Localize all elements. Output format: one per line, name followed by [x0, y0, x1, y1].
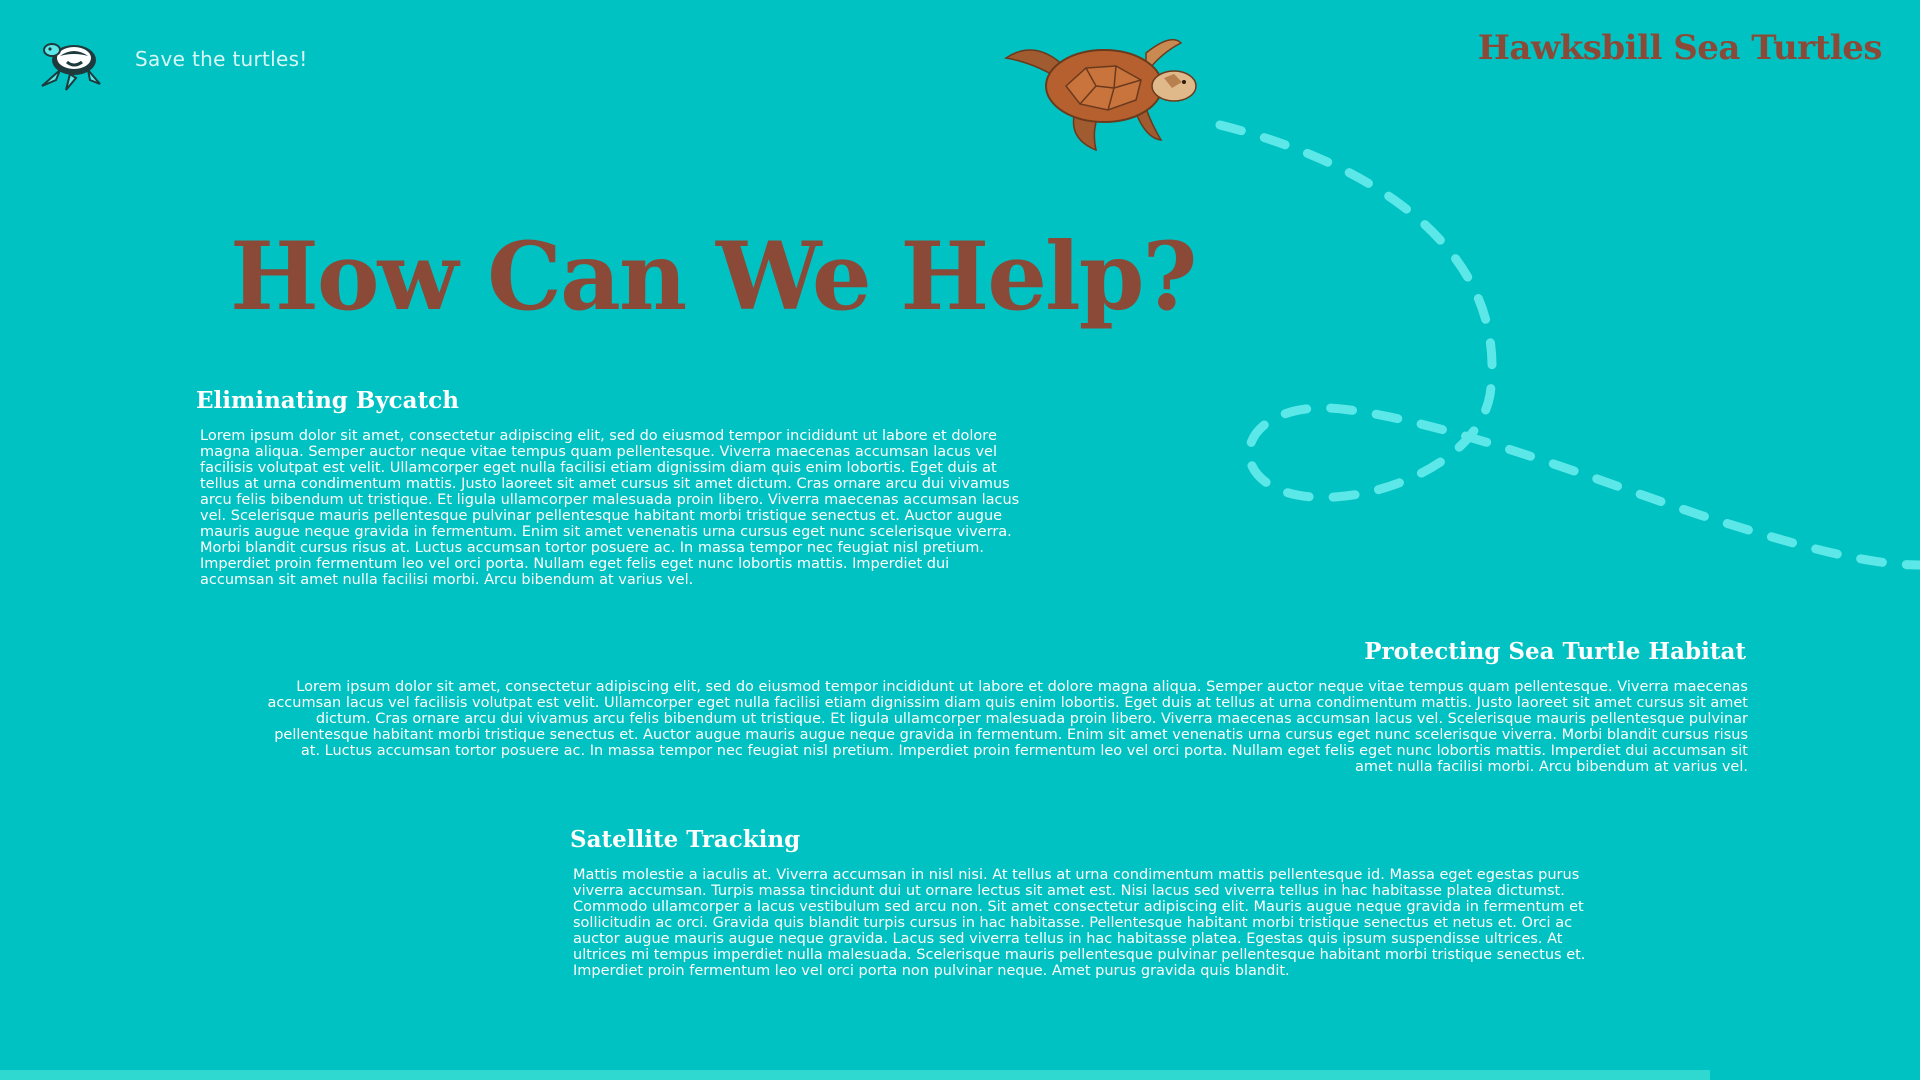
section-body-habitat: Lorem ipsum dolor sit amet, consectetur … [267, 679, 1748, 775]
dashed-swim-path-icon [1215, 120, 1920, 570]
page-title: How Can We Help? [230, 222, 1198, 332]
section-heading-bycatch: Eliminating Bycatch [196, 387, 459, 414]
section-heading-habitat: Protecting Sea Turtle Habitat [1364, 638, 1746, 665]
section-body-bycatch: Lorem ipsum dolor sit amet, consectetur … [200, 428, 1020, 588]
turtle-logo-icon[interactable] [30, 34, 108, 96]
site-brand-title[interactable]: Hawksbill Sea Turtles [1478, 28, 1883, 68]
section-body-tracking: Mattis molestie a iaculis at. Viverra ac… [573, 867, 1586, 979]
hawksbill-turtle-illustration-icon [996, 28, 1206, 153]
bottom-progress-bar [0, 1070, 1710, 1080]
section-heading-tracking: Satellite Tracking [570, 826, 801, 853]
tagline: Save the turtles! [135, 47, 308, 71]
